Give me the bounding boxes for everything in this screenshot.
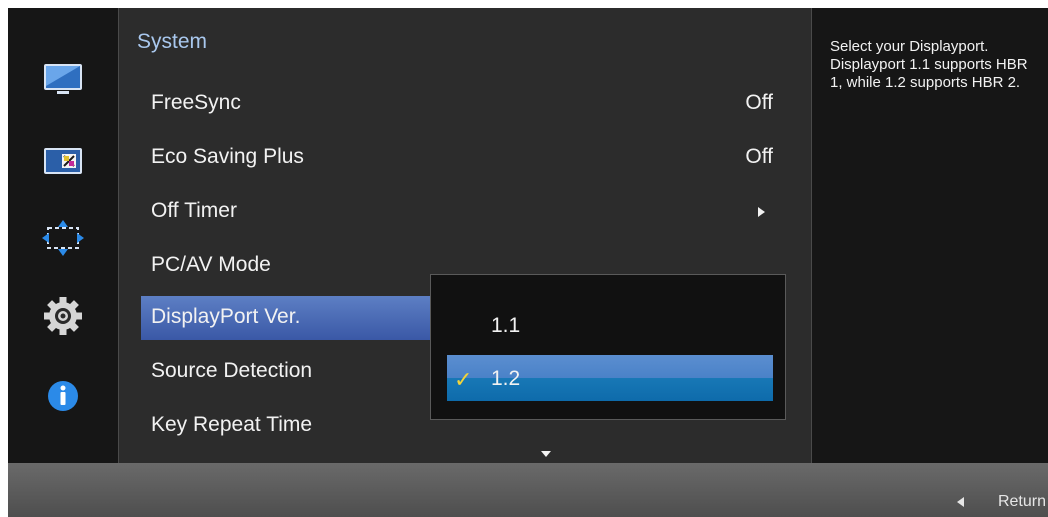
picture-icon[interactable] <box>40 60 86 100</box>
information-icon[interactable] <box>40 376 86 416</box>
system-gear-icon[interactable] <box>40 296 86 336</box>
osd-screen: System FreeSync Off Eco Saving Plus Off … <box>8 8 1048 517</box>
displayport-version-dropdown: 1.1 ✓ 1.2 <box>430 274 786 420</box>
menu-item-off-timer[interactable]: Off Timer <box>141 190 801 234</box>
menu-item-freesync[interactable]: FreeSync Off <box>141 82 801 126</box>
help-description: Select your Displayport. Displayport 1.1… <box>830 38 1028 91</box>
menu-item-label: Source Detection <box>151 359 313 382</box>
submenu-arrow-icon <box>758 207 765 217</box>
dropdown-option-label: 1.2 <box>491 367 521 390</box>
menu-item-displayport-ver[interactable]: DisplayPort Ver. <box>141 296 437 340</box>
checkmark-icon: ✓ <box>454 367 473 392</box>
menu-item-label: DisplayPort Ver. <box>151 305 301 328</box>
menu-item-label: PC/AV Mode <box>151 253 271 276</box>
menu-item-label: Off Timer <box>151 199 237 222</box>
bottom-guide-bar: Return <box>8 463 1048 517</box>
menu-item-label: FreeSync <box>151 91 241 114</box>
menu-item-label: Eco Saving Plus <box>151 145 304 168</box>
dropdown-option-1-2[interactable]: ✓ 1.2 <box>447 355 773 401</box>
dropdown-option-1-1[interactable]: 1.1 <box>447 302 773 348</box>
menu-item-eco-saving-plus[interactable]: Eco Saving Plus Off <box>141 136 801 180</box>
menu-item-value: Off <box>745 91 773 114</box>
menu-item-value: Off <box>745 145 773 168</box>
left-arrow-icon <box>957 497 964 507</box>
size-position-icon[interactable] <box>40 218 86 258</box>
color-icon[interactable] <box>40 140 86 180</box>
return-button[interactable]: Return <box>998 493 1046 511</box>
dropdown-option-label: 1.1 <box>491 314 521 337</box>
scroll-down-arrow-icon[interactable] <box>541 451 551 457</box>
menu-title: System <box>137 30 208 53</box>
menu-item-label: Key Repeat Time <box>151 413 313 436</box>
